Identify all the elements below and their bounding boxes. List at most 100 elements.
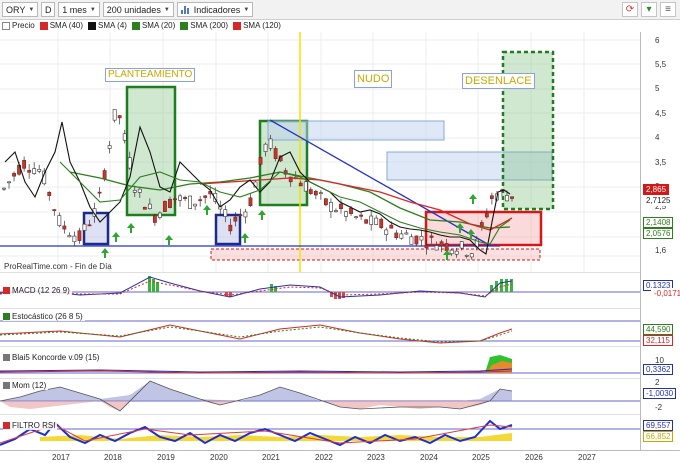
momentum-scale: 2 -1,0030 -2 (640, 378, 680, 414)
chevron-down-icon: ▼ (89, 6, 96, 13)
rsi-value: 69,557 (643, 420, 674, 431)
source-label: ProRealTime.com - Fin de Día (4, 262, 112, 271)
legend-label: SMA (40) (49, 21, 84, 30)
candle (324, 198, 328, 206)
macd-title: MACD (12 26 9) (12, 286, 70, 295)
rsi-plot (0, 419, 640, 447)
panel-title[interactable]: MACD (12 26 9) (3, 286, 72, 295)
candle (318, 192, 323, 194)
candle (399, 233, 404, 239)
candle (77, 230, 82, 241)
momentum-positive-area (0, 381, 512, 401)
legend-item-sma120[interactable]: SMA (120) (233, 21, 281, 30)
candle (469, 253, 474, 258)
candle (298, 182, 303, 187)
checkbox-icon[interactable] (2, 21, 10, 30)
annotation-desenlace: DESENLACE (462, 73, 535, 89)
panel-title[interactable]: Blai5 Koncorde v.09 (15) (3, 353, 102, 362)
mom-value: -1,0030 (643, 388, 677, 399)
candle (454, 250, 459, 255)
candle (459, 241, 464, 249)
year-label: 2017 (52, 453, 70, 462)
chart-type-button[interactable]: D (41, 2, 56, 17)
tools-icon[interactable]: ▾ (641, 2, 657, 17)
units-selector[interactable]: 200 unidades ▼ (102, 2, 174, 17)
candle (62, 225, 67, 230)
indicators-icon (180, 5, 191, 14)
blai5-title: Blai5 Koncorde v.09 (15) (12, 353, 100, 362)
candle (449, 249, 454, 255)
candle (444, 243, 449, 251)
candle (339, 203, 343, 210)
legend-item-sma20[interactable]: SMA (20) (131, 21, 175, 30)
support-band (210, 248, 541, 261)
mom-title: Mom (12) (12, 381, 47, 390)
candle (439, 241, 444, 247)
legend-item-precio[interactable]: Precio (2, 21, 35, 30)
chart-type-label: D (45, 4, 52, 15)
candle (479, 222, 484, 227)
candle (464, 254, 469, 257)
candle (72, 235, 77, 243)
candle (263, 143, 268, 152)
candle (223, 209, 228, 217)
candle (394, 232, 399, 239)
candle (364, 219, 369, 224)
candle (22, 159, 27, 169)
price-tick: 4,5 (655, 109, 667, 118)
symbol-label: ORY (6, 4, 26, 15)
legend-label: SMA (200) (190, 21, 229, 30)
symbol-selector[interactable]: ORY ▼ (2, 2, 39, 17)
candle (268, 138, 273, 149)
indicators-button[interactable]: Indicadores ▼ (176, 2, 254, 17)
panel-title[interactable]: FILTRO RSI (3, 421, 58, 430)
sma-box: 2,0576 (643, 228, 674, 239)
candle (379, 218, 384, 228)
legend-item-sma40[interactable]: SMA (40) (39, 21, 84, 30)
candle (163, 201, 167, 212)
refresh-icon[interactable]: ⟳ (622, 2, 638, 17)
period-selector[interactable]: 1 mes ▼ (58, 2, 100, 17)
price-tick: 3,5 (655, 158, 667, 167)
resistance-band-1 (267, 120, 445, 141)
candle (52, 209, 57, 211)
period-label: 1 mes (62, 4, 87, 15)
legend-item-sma4[interactable]: SMA (4) (88, 21, 127, 30)
price-scale: 6 5,5 5 4,5 4 3,5 3 2,5 2 1,6 2,865 2,71… (640, 32, 680, 272)
candle (2, 187, 6, 190)
legend: Precio SMA (40) SMA (4) SMA (20) SMA (20… (2, 19, 281, 32)
momentum-plot (0, 380, 640, 412)
settings-icon[interactable]: ≡ (660, 2, 676, 17)
legend-item-sma200[interactable]: SMA (200) (180, 21, 228, 30)
candle (434, 245, 439, 251)
macd-plot (0, 276, 640, 299)
planteamiento-zone (125, 85, 177, 217)
panel-title[interactable]: Mom (12) (3, 381, 49, 390)
candle (168, 198, 172, 208)
price-tick: 6 (655, 36, 660, 45)
year-label: 2021 (262, 453, 280, 462)
blai5-value: 0,3362 (643, 364, 674, 375)
year-label: 2025 (472, 453, 490, 462)
candle (505, 195, 509, 202)
price-tick: 1,6 (655, 246, 667, 255)
candle (414, 235, 419, 245)
candle (389, 224, 394, 229)
stochastic-scale: 44,590 32,115 (640, 308, 680, 346)
candle (127, 157, 132, 169)
candle (424, 245, 429, 249)
stochastic-panel: Estocástico (26 8 5) (0, 308, 640, 346)
year-label: 2020 (210, 453, 228, 462)
candle (308, 189, 313, 194)
legend-label: Precio (12, 21, 35, 30)
candle (137, 188, 142, 193)
candle (47, 191, 52, 196)
chart-toolbar: ORY ▼ D 1 mes ▼ 200 unidades ▼ Indicador… (0, 0, 680, 20)
candle (117, 115, 122, 119)
stoch-value: 32,115 (643, 335, 673, 346)
macd-value: -0,0171 (651, 288, 680, 299)
candle (82, 223, 87, 231)
chevron-down-icon: ▼ (243, 6, 250, 13)
panel-title[interactable]: Estocástico (26 8 5) (3, 312, 85, 321)
candle (409, 236, 414, 245)
